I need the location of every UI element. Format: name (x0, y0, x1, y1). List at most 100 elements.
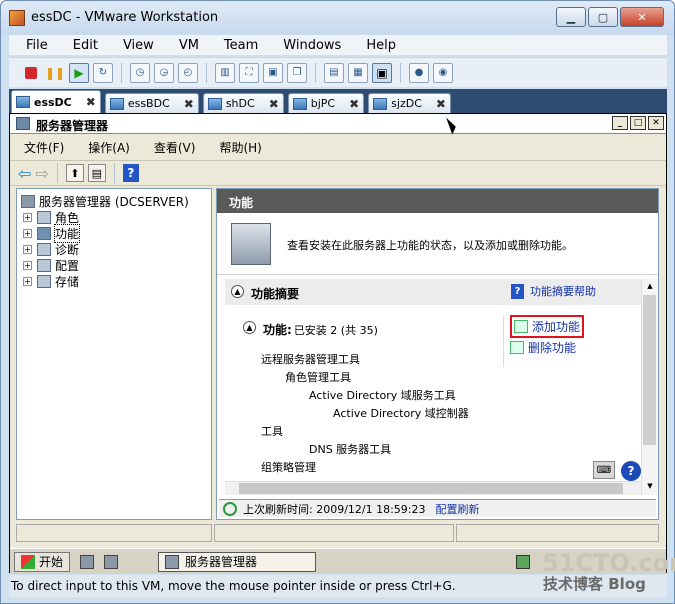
add-features-link[interactable]: 添加功能 (510, 315, 585, 338)
unity-icon[interactable]: ❐ (287, 62, 307, 83)
pane-description: 查看安装在此服务器上功能的状态，以及添加或删除功能。 (217, 213, 658, 275)
vm-console[interactable]: 服务器管理器 _ □ ✕ 文件(F) 操作(A) 查看(V) 帮助(H) ⇦ ⇨… (9, 113, 675, 577)
tree-item-storage[interactable]: + 存储 (23, 273, 211, 289)
up-folder-icon[interactable]: ⬆ (65, 164, 84, 182)
features-server-icon (231, 223, 271, 265)
scroll-thumb[interactable] (239, 483, 623, 494)
menu-team[interactable]: Team (207, 38, 266, 53)
configure-refresh-link[interactable]: 配置刷新 (436, 501, 480, 517)
scroll-up-icon[interactable]: ▲ (643, 279, 657, 293)
toolbar-separator (315, 62, 316, 83)
tree-item-diagnostics[interactable]: + 诊断 (23, 241, 211, 257)
collapse-icon[interactable]: ▲ (243, 321, 256, 334)
suspend-icon[interactable]: ❚❚ (45, 63, 65, 83)
help-icon[interactable]: ? (122, 164, 139, 182)
horizontal-scrollbar[interactable] (225, 481, 641, 495)
keyboard-icon[interactable]: ⌨ (593, 461, 615, 479)
help-icon[interactable]: ? (621, 461, 641, 481)
tree-item-features[interactable]: + 功能 (23, 223, 211, 243)
sm-menu-file[interactable]: 文件(F) (10, 139, 74, 156)
snapshot-icon[interactable]: ◷ (130, 62, 150, 83)
tab-close-icon[interactable]: ✖ (436, 97, 446, 111)
collapse-icon[interactable]: ▲ (231, 285, 244, 298)
menu-edit[interactable]: Edit (56, 38, 106, 53)
tree-item-roles[interactable]: + 角色 (23, 209, 211, 225)
toolbar: ❚❚ ▶ ↻ ◷ ◶ ◴ ▥ ⛶ ▣ ❐ ▤ ▦ ▣ ● ◉ (9, 57, 667, 87)
sm-menu-view[interactable]: 查看(V) (140, 139, 206, 156)
menu-windows[interactable]: Windows (266, 38, 349, 53)
tab-close-icon[interactable]: ✖ (86, 95, 96, 109)
appliance-view-icon[interactable]: ▦ (348, 62, 368, 83)
quick-switch-icon[interactable]: ▣ (263, 62, 283, 83)
expand-icon[interactable]: + (23, 212, 32, 222)
sm-menu-help[interactable]: 帮助(H) (205, 139, 271, 156)
server-icon (21, 194, 35, 208)
tab-close-icon[interactable]: ✖ (269, 97, 279, 111)
add-feature-icon (514, 320, 528, 333)
last-refresh-time: 上次刷新时间: 2009/12/1 18:59:23 (243, 502, 426, 516)
scroll-thumb[interactable] (643, 295, 656, 445)
vertical-scrollbar[interactable]: ▲ ▼ (641, 279, 657, 495)
watermark-blog: 技术博客 Blog (543, 575, 646, 593)
refresh-icon[interactable] (223, 501, 237, 516)
tab-close-icon[interactable]: ✖ (349, 97, 359, 111)
menu-file[interactable]: File (9, 38, 56, 53)
tray-icon[interactable] (516, 555, 530, 569)
refresh-bar: 上次刷新时间: 2009/12/1 18:59:23 配置刷新 (219, 499, 656, 517)
expand-icon[interactable]: + (23, 276, 32, 286)
full-screen-icon[interactable]: ⛶ (239, 62, 259, 83)
tab-sjzdc[interactable]: sjzDC ✖ (368, 93, 451, 113)
forward-arrow-icon[interactable]: ⇨ (35, 164, 48, 183)
scroll-down-icon[interactable]: ▼ (643, 479, 657, 493)
feature-item: DNS 服务器工具 (309, 443, 392, 456)
expand-icon[interactable]: + (23, 244, 32, 254)
revert-snapshot-icon[interactable]: ◶ (154, 62, 174, 83)
menu-vm[interactable]: VM (162, 38, 207, 53)
tab-shdc[interactable]: shDC ✖ (202, 93, 284, 113)
sm-close-button[interactable]: ✕ (648, 116, 664, 130)
reset-icon[interactable]: ↻ (93, 62, 113, 83)
tab-essbdc[interactable]: essBDC ✖ (104, 93, 199, 113)
record-icon[interactable]: ● (409, 62, 429, 83)
tab-essdc[interactable]: essDC ✖ (11, 90, 101, 113)
power-off-icon[interactable] (25, 66, 37, 79)
console-view-icon[interactable]: ▣ (372, 62, 392, 83)
storage-icon (37, 274, 51, 288)
minimize-button[interactable]: ▁ (556, 7, 586, 27)
menu-help[interactable]: Help (349, 38, 404, 53)
toolbar-separator (121, 62, 122, 83)
sm-maximize-button[interactable]: □ (630, 116, 646, 130)
tree-root[interactable]: 服务器管理器 (DCSERVER) (21, 193, 211, 209)
server-manager-quicklaunch-icon[interactable] (80, 554, 95, 569)
menu-view[interactable]: View (106, 38, 162, 53)
vm-icon (109, 97, 124, 110)
features-icon (37, 226, 51, 240)
features-summary-help-link[interactable]: ? 功能摘要帮助 (511, 283, 596, 299)
show-desktop-icon[interactable] (104, 554, 119, 569)
sm-minimize-button[interactable]: _ (612, 116, 628, 130)
remove-features-link[interactable]: 删除功能 (510, 339, 576, 356)
power-on-icon[interactable]: ▶ (69, 62, 89, 83)
feature-item: 远程服务器管理工具 (261, 353, 360, 366)
server-manager-icon (165, 554, 180, 569)
server-manager-menu: 文件(F) 操作(A) 查看(V) 帮助(H) (10, 136, 666, 158)
show-hide-tree-icon[interactable]: ▤ (87, 164, 106, 182)
pane-header: 功能 (217, 189, 658, 213)
sm-menu-action[interactable]: 操作(A) (74, 139, 140, 156)
taskbar-item-server-manager[interactable]: 服务器管理器 (158, 551, 317, 572)
maximize-button[interactable]: ▢ (588, 7, 618, 27)
close-button[interactable]: ✕ (620, 7, 664, 27)
status-panel (214, 524, 454, 542)
start-button[interactable]: 开始 (14, 551, 71, 572)
back-arrow-icon[interactable]: ⇦ (18, 164, 31, 183)
replay-icon[interactable]: ◉ (433, 62, 453, 83)
summary-view-icon[interactable]: ▤ (324, 62, 344, 83)
tab-close-icon[interactable]: ✖ (184, 97, 194, 111)
feature-item: 工具 (261, 425, 283, 438)
snapshot-manager-icon[interactable]: ◴ (178, 62, 198, 83)
tab-bjpc[interactable]: bjPC ✖ (287, 93, 365, 113)
expand-icon[interactable]: + (23, 260, 32, 270)
expand-icon[interactable]: + (23, 228, 32, 238)
sidebar-toggle-icon[interactable]: ▥ (215, 62, 235, 83)
tree-item-configuration[interactable]: + 配置 (23, 257, 211, 273)
